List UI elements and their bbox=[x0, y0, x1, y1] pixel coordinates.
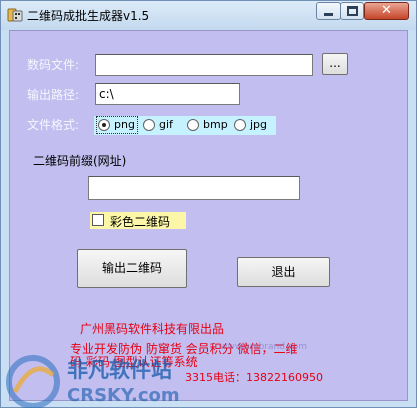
output-path-field[interactable] bbox=[95, 83, 240, 105]
format-radio-group: png gif bmp jpg bbox=[94, 116, 276, 135]
minimize-icon bbox=[324, 13, 333, 16]
company-name: 广州黑码软件科技有限出品 bbox=[80, 322, 225, 336]
format-option-bmp[interactable]: bmp bbox=[187, 118, 228, 133]
site-watermark-logo: 非凡软件站 CRSKY.com bbox=[6, 355, 180, 408]
app-window: 二维码成批生成器v1.5 ✕ 数码文件: ... 输出路径: 文件格式: png bbox=[0, 0, 417, 408]
maximize-button[interactable] bbox=[340, 2, 364, 20]
minimize-button[interactable] bbox=[316, 2, 341, 20]
data-file-label: 数码文件: bbox=[27, 58, 80, 72]
close-icon: ✕ bbox=[381, 3, 392, 18]
browse-button[interactable]: ... bbox=[322, 53, 348, 75]
format-option-label: bmp bbox=[203, 118, 228, 131]
title-bar[interactable]: 二维码成批生成器v1.5 ✕ bbox=[1, 1, 416, 30]
watermark-site-name: 非凡软件站 bbox=[67, 358, 172, 382]
maximize-icon bbox=[347, 6, 358, 16]
radio-unselected-icon bbox=[234, 119, 246, 131]
prefix-field[interactable] bbox=[88, 176, 300, 200]
format-option-gif[interactable]: gif bbox=[143, 118, 179, 133]
close-button[interactable]: ✕ bbox=[364, 2, 409, 20]
export-qr-button[interactable]: 输出二维码 bbox=[77, 249, 187, 288]
radio-selected-icon bbox=[98, 119, 110, 131]
exit-button[interactable]: 退出 bbox=[237, 257, 330, 287]
main-panel: 数码文件: ... 输出路径: 文件格式: png gif bmp bbox=[9, 30, 408, 401]
format-option-png[interactable]: png bbox=[96, 116, 138, 134]
radio-unselected-icon bbox=[187, 119, 199, 131]
watermark-domain: CRSKY.com bbox=[67, 385, 180, 406]
format-option-label: gif bbox=[159, 118, 173, 131]
format-option-jpg[interactable]: jpg bbox=[234, 118, 270, 133]
format-label: 文件格式: bbox=[27, 118, 80, 132]
format-option-label: png bbox=[114, 118, 135, 131]
app-icon bbox=[7, 8, 23, 22]
output-path-input[interactable] bbox=[96, 84, 239, 104]
window-title: 二维码成批生成器v1.5 bbox=[27, 9, 150, 23]
radio-unselected-icon bbox=[143, 119, 155, 131]
prefix-label: 二维码前缀(网址) bbox=[33, 154, 127, 168]
data-file-field[interactable] bbox=[95, 54, 313, 76]
prefix-input[interactable] bbox=[89, 177, 299, 199]
color-qr-label: 彩色二维码 bbox=[110, 215, 171, 229]
checkbox-icon bbox=[92, 214, 104, 226]
color-qr-checkbox[interactable]: 彩色二维码 bbox=[90, 212, 186, 229]
data-file-input[interactable] bbox=[96, 55, 312, 75]
format-option-label: jpg bbox=[250, 118, 268, 131]
output-path-label: 输出路径: bbox=[27, 88, 80, 102]
